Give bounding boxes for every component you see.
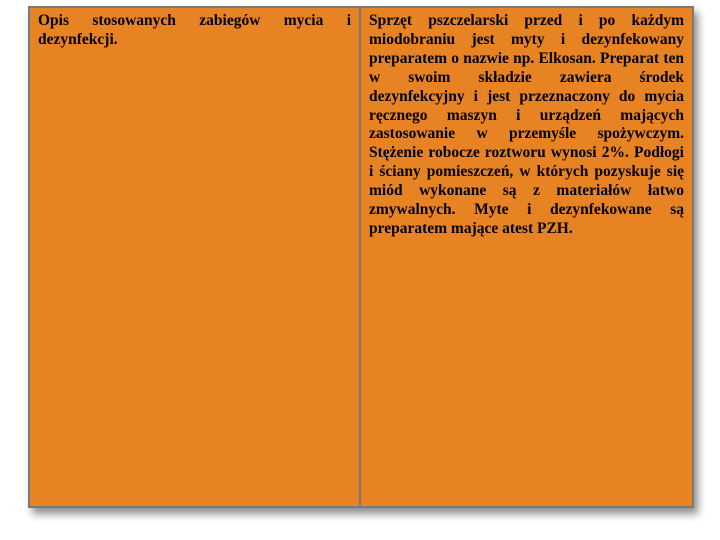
slide: Opis stosowanych zabiegów mycia i dezynf… (0, 0, 720, 540)
left-cell-text: Opis stosowanych zabiegów mycia i dezynf… (38, 12, 351, 50)
table-cell-left: Opis stosowanych zabiegów mycia i dezynf… (30, 8, 361, 506)
right-cell-text: Sprzęt pszczelarski przed i po każdym mi… (369, 12, 684, 239)
table-cell-right: Sprzęt pszczelarski przed i po każdym mi… (361, 8, 692, 506)
content-card: Opis stosowanych zabiegów mycia i dezynf… (28, 6, 694, 508)
table: Opis stosowanych zabiegów mycia i dezynf… (30, 8, 692, 506)
